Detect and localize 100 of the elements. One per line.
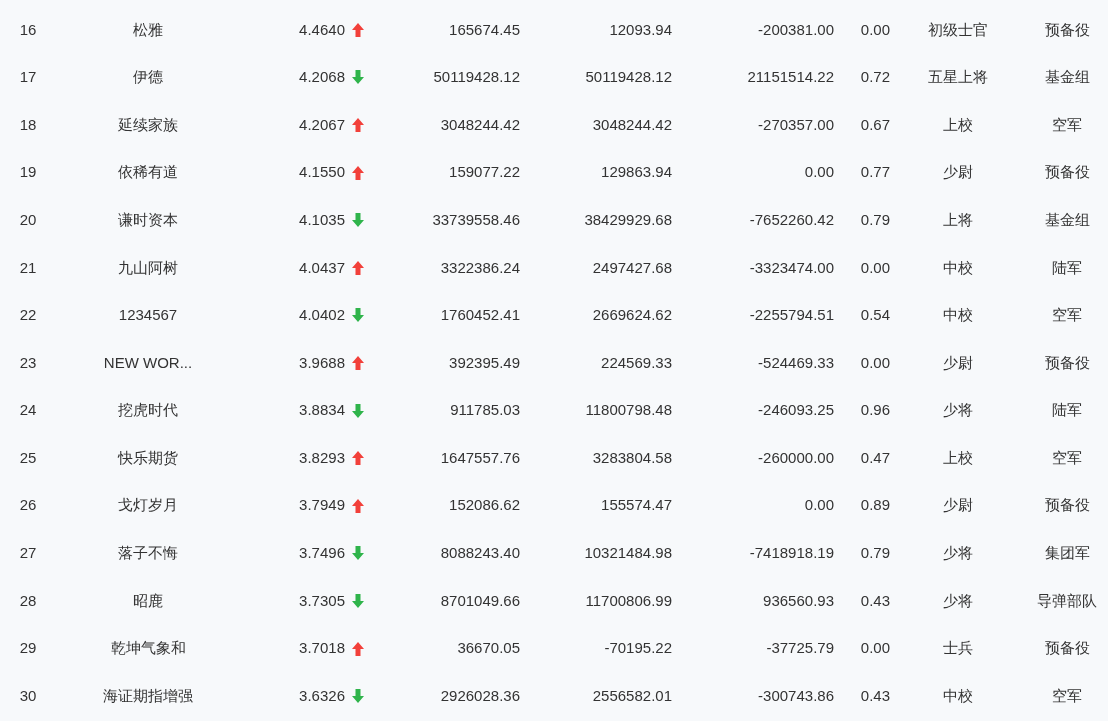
score-cell-text: 3.7018 xyxy=(298,638,345,659)
rank-title-cell-text: 少将 xyxy=(942,590,974,611)
ratio-cell-text: 0.47 xyxy=(859,447,890,468)
ratio-cell-text: 0.54 xyxy=(859,305,890,326)
number-cell-text: 8088243.40 xyxy=(439,543,520,564)
rank-title-cell-text: 中校 xyxy=(942,257,974,278)
score-cell-text: 3.9688 xyxy=(298,352,345,373)
rank-cell-text: 29 xyxy=(18,638,38,659)
name-cell-text: 1234567 xyxy=(117,305,179,326)
number-cell-text: 50119428.12 xyxy=(584,67,672,88)
number-cell-text: 2926028.36 xyxy=(439,685,520,706)
number-cell-text: 3048244.42 xyxy=(439,114,520,135)
ratio-cell-text: 0.43 xyxy=(859,590,890,611)
group-cell-text: 预备役 xyxy=(1043,495,1091,516)
rank-cell-text: 23 xyxy=(18,352,38,373)
ratio-cell-text: 0.43 xyxy=(859,685,890,706)
rank-title-cell-text: 五星上将 xyxy=(927,67,989,88)
rank-title-cell-text: 少将 xyxy=(942,400,974,421)
rank-title-cell-text: 少尉 xyxy=(942,162,974,183)
name-cell-text: 戈灯岁月 xyxy=(117,495,179,516)
ratio-cell-text: 0.89 xyxy=(859,495,890,516)
number-cell-text: 1647557.76 xyxy=(439,447,520,468)
number-cell-text: 8701049.66 xyxy=(439,590,520,611)
number-cell-text: 3322386.24 xyxy=(439,257,520,278)
rank-cell-text: 26 xyxy=(18,495,38,516)
group-cell-text: 预备役 xyxy=(1043,638,1091,659)
number-cell-text: -200381.00 xyxy=(757,19,834,40)
score-cell-text: 4.0437 xyxy=(298,257,345,278)
name-cell-text: 落子不悔 xyxy=(117,543,179,564)
number-cell-text: -37725.79 xyxy=(765,638,834,659)
rank-title-cell-text: 上校 xyxy=(942,114,974,135)
name-cell-text: 乾坤气象和 xyxy=(109,638,187,659)
group-cell-text: 集团军 xyxy=(1043,543,1091,564)
ratio-cell-text: 0.77 xyxy=(859,162,890,183)
ratio-cell-text: 0.67 xyxy=(859,114,890,135)
number-cell-text: 159077.22 xyxy=(448,162,520,183)
rank-title-cell-text: 中校 xyxy=(942,305,974,326)
number-cell-text: 11700806.99 xyxy=(584,590,672,611)
score-cell-text: 3.8834 xyxy=(298,400,345,421)
score-cell-text: 3.8293 xyxy=(298,447,345,468)
rank-cell-text: 19 xyxy=(18,162,38,183)
number-cell-text: -260000.00 xyxy=(757,447,834,468)
score-cell-text: 4.1035 xyxy=(298,209,345,230)
number-cell-text: -524469.33 xyxy=(757,352,834,373)
rank-cell-text: 30 xyxy=(18,685,38,706)
number-cell-text: 11800798.48 xyxy=(584,400,672,421)
number-cell-text: 155574.47 xyxy=(600,495,672,516)
ratio-cell-text: 0.00 xyxy=(859,257,890,278)
group-cell-text: 基金组 xyxy=(1043,67,1091,88)
number-cell-text: 1760452.41 xyxy=(439,305,520,326)
rank-cell-text: 21 xyxy=(18,257,38,278)
number-cell-text: 3048244.42 xyxy=(591,114,672,135)
name-cell-text: 谦时资本 xyxy=(117,209,179,230)
rank-title-cell-text: 士兵 xyxy=(942,638,974,659)
rank-title-cell-text: 上校 xyxy=(942,447,974,468)
rank-title-cell-text: 少将 xyxy=(942,543,974,564)
rank-title-cell-text: 少尉 xyxy=(942,352,974,373)
rank-cell-text: 17 xyxy=(18,67,38,88)
group-cell-text: 预备役 xyxy=(1043,352,1091,373)
number-cell-text: 0.00 xyxy=(803,162,834,183)
number-cell-text: -2255794.51 xyxy=(748,305,834,326)
rank-title-cell-text: 少尉 xyxy=(942,495,974,516)
ratio-cell-text: 0.00 xyxy=(859,352,890,373)
number-cell-text: 224569.33 xyxy=(600,352,672,373)
group-cell-text: 导弹部队 xyxy=(1036,590,1098,611)
name-cell-text: 松雅 xyxy=(132,19,164,40)
ratio-cell-text: 0.72 xyxy=(859,67,890,88)
number-cell-text: 2669624.62 xyxy=(591,305,672,326)
group-cell-text: 预备役 xyxy=(1043,19,1091,40)
number-cell-text: 36670.05 xyxy=(456,638,520,659)
name-cell-text: 海证期指增强 xyxy=(102,685,194,706)
score-cell-text: 4.2067 xyxy=(298,114,345,135)
number-cell-text: 12093.94 xyxy=(608,19,672,40)
number-cell-text: -270357.00 xyxy=(757,114,834,135)
group-cell-text: 陆军 xyxy=(1051,257,1083,278)
score-cell-text: 4.1550 xyxy=(298,162,345,183)
rank-cell-text: 16 xyxy=(18,19,38,40)
number-cell-text: -70195.22 xyxy=(603,638,672,659)
group-cell-text: 基金组 xyxy=(1043,209,1091,230)
name-cell-text: 延续家族 xyxy=(117,114,179,135)
score-cell-text: 3.7305 xyxy=(298,590,345,611)
group-cell-text: 预备役 xyxy=(1043,162,1091,183)
rank-title-cell-text: 中校 xyxy=(942,685,974,706)
number-cell-text: 10321484.98 xyxy=(583,543,672,564)
number-cell-text: 21151514.22 xyxy=(746,67,834,88)
number-cell-text: 33739558.46 xyxy=(431,209,520,230)
group-cell-text: 空军 xyxy=(1051,447,1083,468)
number-cell-text: -7652260.42 xyxy=(748,209,834,230)
name-cell-text: 昭鹿 xyxy=(132,590,164,611)
number-cell-text: 936560.93 xyxy=(762,590,834,611)
ratio-cell-text: 0.79 xyxy=(859,543,890,564)
ratio-cell-text: 0.96 xyxy=(859,400,890,421)
score-cell-text: 3.7949 xyxy=(298,495,345,516)
rank-cell-text: 27 xyxy=(18,543,38,564)
rank-cell-text: 18 xyxy=(18,114,38,135)
number-cell-text: 3283804.58 xyxy=(591,447,672,468)
score-cell-text: 4.4640 xyxy=(298,19,345,40)
number-cell-text: 392395.49 xyxy=(448,352,520,373)
name-cell-text: 挖虎时代 xyxy=(117,400,179,421)
rank-title-cell-text: 上将 xyxy=(942,209,974,230)
